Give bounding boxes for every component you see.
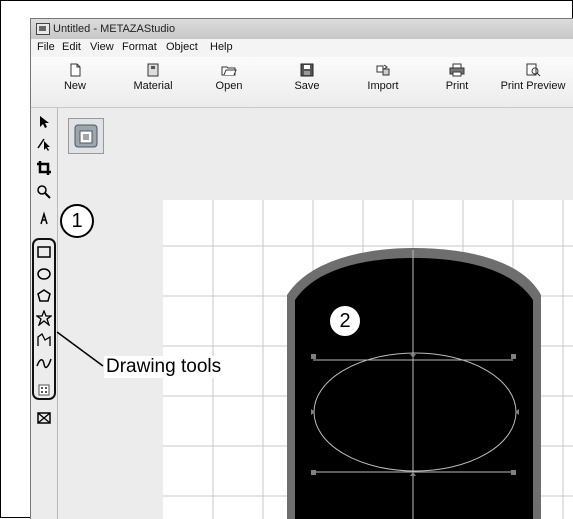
new-label: New [63, 80, 86, 92]
import-button[interactable]: Import [351, 63, 415, 92]
canvas-artwork [163, 200, 573, 519]
print-preview-button[interactable]: Print Preview [493, 63, 573, 92]
material-preview-icon [74, 124, 98, 148]
node-edit-icon [37, 138, 50, 151]
menu-edit[interactable]: Edit [62, 41, 81, 53]
print-preview-label: Print Preview [500, 80, 566, 92]
drawing-canvas[interactable] [163, 200, 573, 519]
text-icon [40, 211, 48, 225]
tool-image-frame[interactable] [34, 408, 54, 428]
printer-icon [449, 63, 465, 77]
window-title: Untitled - METAZAStudio [53, 23, 176, 35]
tool-text[interactable] [34, 208, 54, 228]
tool-select[interactable] [34, 112, 54, 132]
annotation-marker-1: 1 [60, 204, 94, 238]
title-bar[interactable]: Untitled - METAZAStudio [31, 19, 573, 40]
print-button[interactable]: Print [425, 63, 489, 92]
print-label: Print [445, 80, 469, 92]
tool-node-edit[interactable] [34, 134, 54, 154]
open-folder-icon [221, 66, 237, 76]
tool-zoom[interactable] [34, 182, 54, 202]
tool-crop[interactable] [34, 158, 54, 178]
material-thumbnail[interactable] [68, 118, 104, 154]
menu-format[interactable]: Format [122, 41, 157, 53]
material-button[interactable]: Material [121, 63, 185, 92]
menu-file[interactable]: File [37, 41, 55, 53]
menu-view[interactable]: View [90, 41, 114, 53]
new-button[interactable]: New [43, 63, 107, 92]
shape-body [295, 258, 533, 519]
save-label: Save [294, 80, 320, 92]
import-icon [376, 64, 390, 76]
import-label: Import [367, 80, 399, 92]
menu-help[interactable]: Help [210, 41, 233, 53]
main-toolbar: New Material Open Save Import Print Prin… [31, 57, 573, 108]
app-window: Untitled - METAZAStudio File Edit View F… [30, 18, 573, 519]
open-button[interactable]: Open [197, 63, 261, 92]
open-label: Open [215, 80, 243, 92]
drawing-toolbar [31, 108, 58, 519]
save-disk-icon [300, 63, 314, 77]
zoom-icon [37, 185, 51, 199]
annotation-marker-2: 2 [328, 304, 362, 338]
save-button[interactable]: Save [275, 63, 339, 92]
material-icon [147, 63, 159, 77]
menu-object[interactable]: Object [166, 41, 198, 53]
drawing-tools-highlight [32, 238, 56, 400]
crop-icon [37, 161, 51, 175]
menu-bar: File Edit View Format Object Help [31, 39, 573, 58]
drawing-tools-callout: Drawing tools [104, 356, 224, 378]
app-icon [36, 23, 50, 35]
image-frame-icon [37, 412, 51, 424]
workspace[interactable] [58, 108, 573, 519]
new-document-icon [70, 63, 81, 77]
print-preview-icon [526, 63, 541, 77]
select-arrow-icon [40, 116, 49, 128]
material-label: Material [133, 80, 173, 92]
